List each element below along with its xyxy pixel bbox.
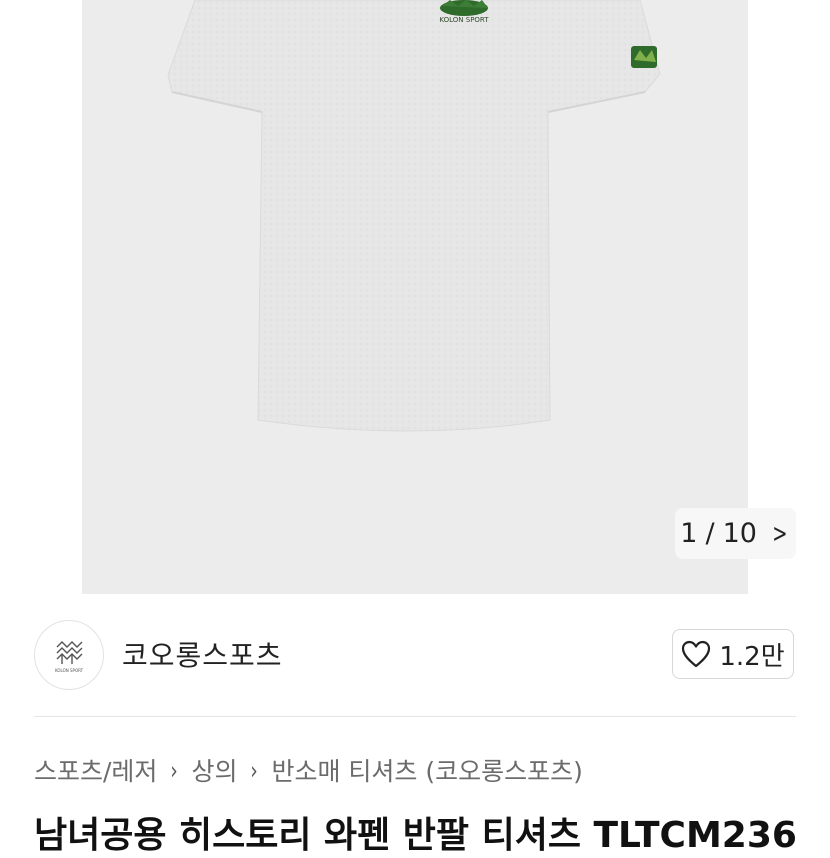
product-image: KOLON SPORT [167, 0, 661, 432]
breadcrumb-arrow-icon: › [250, 755, 259, 785]
breadcrumb-item-category[interactable]: 스포츠/레저 [34, 752, 157, 788]
svg-text:KOLON SPORT: KOLON SPORT [55, 668, 84, 673]
seller-row: KOLON SPORT 코오롱스포츠 1.2만 [34, 620, 796, 692]
svg-text:KOLON SPORT: KOLON SPORT [439, 16, 489, 24]
breadcrumb: 스포츠/레저 › 상의 › 반소매 티셔츠 (코오롱스포츠) [34, 752, 583, 788]
image-page-counter[interactable]: 1 / 10 > [675, 508, 796, 559]
like-button[interactable]: 1.2만 [672, 629, 794, 679]
brand-logo-icon: KOLON SPORT [55, 641, 84, 673]
chevron-right-icon[interactable]: > [772, 519, 787, 549]
section-divider [34, 716, 796, 717]
heart-outline-icon [682, 640, 711, 668]
product-title: 남녀공용 히스토리 와펜 반팔 티셔츠 TLTCM236 [34, 815, 797, 856]
seller-name[interactable]: 코오롱스포츠 [122, 634, 283, 674]
product-image-gallery[interactable]: KOLON SPORT 1 / 10 > [0, 0, 830, 594]
current-page: 1 [680, 518, 698, 549]
seller-avatar[interactable]: KOLON SPORT [34, 620, 104, 690]
breadcrumb-item-subcategory[interactable]: 상의 [191, 752, 237, 788]
chest-logo-icon: KOLON SPORT [439, 0, 489, 24]
like-count: 1.2만 [719, 641, 785, 672]
page-separator: / [705, 518, 715, 549]
total-pages: 10 [722, 518, 757, 549]
breadcrumb-arrow-icon: › [170, 755, 179, 785]
breadcrumb-item-product-type[interactable]: 반소매 티셔츠 (코오롱스포츠) [271, 752, 582, 788]
tshirt-body [167, 0, 661, 432]
sleeve-patch-icon [631, 46, 657, 68]
